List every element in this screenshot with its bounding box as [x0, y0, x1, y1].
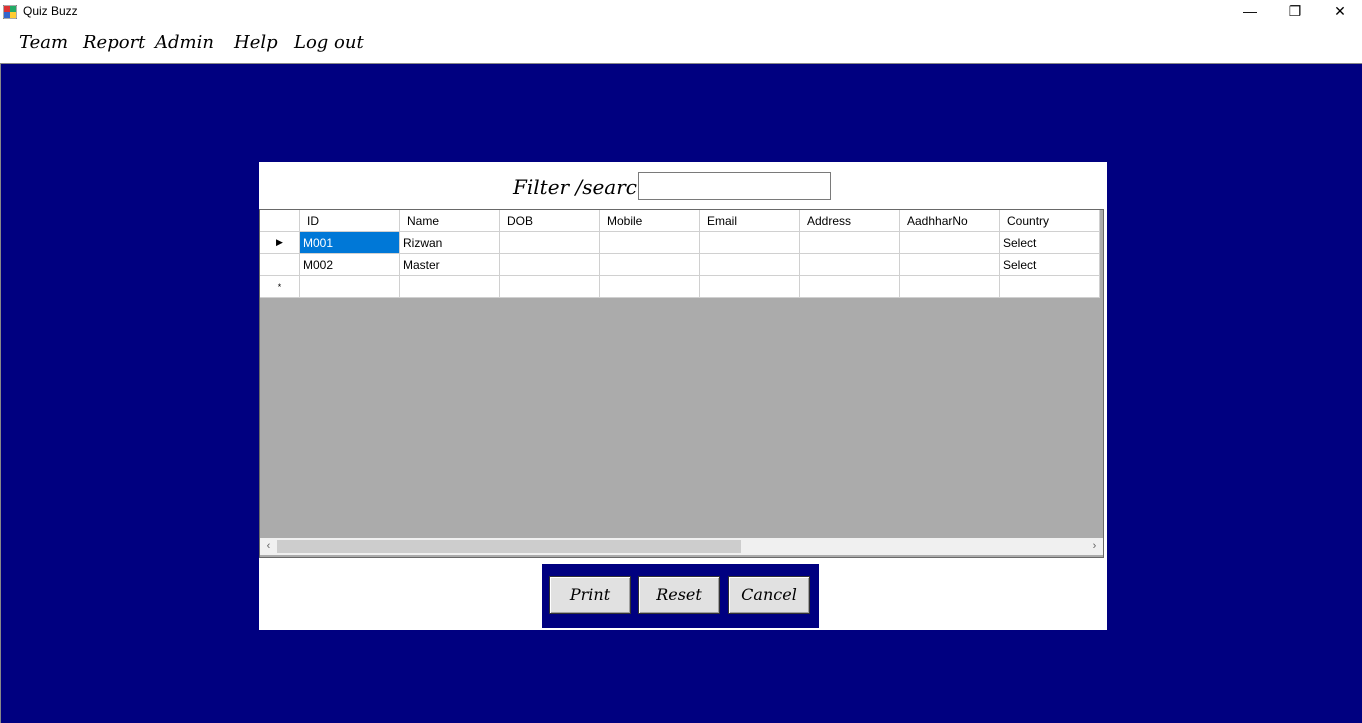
cell-country[interactable]: Select [999, 231, 1100, 254]
menu-admin[interactable]: Admin [155, 32, 214, 53]
filter-search-input[interactable] [638, 172, 831, 200]
cell-name[interactable] [399, 275, 500, 298]
filter-label: Filter /search [513, 175, 650, 199]
cell-name[interactable]: Rizwan [399, 231, 500, 254]
column-header-id[interactable]: ID [299, 210, 400, 232]
row-selector-current-icon[interactable]: ▶ [260, 231, 300, 254]
cell-aadhharno[interactable] [899, 275, 1000, 298]
cell-dob[interactable] [499, 231, 600, 254]
cancel-button[interactable]: Cancel [728, 576, 810, 614]
table-row-new[interactable]: * [260, 275, 1100, 298]
cell-id[interactable] [299, 275, 400, 298]
column-header-dob[interactable]: DOB [499, 210, 600, 232]
reset-button[interactable]: Reset [638, 576, 720, 614]
table-row[interactable]: M002 Master Select [260, 253, 1100, 276]
cell-mobile[interactable] [599, 231, 700, 254]
cell-aadhharno[interactable] [899, 231, 1000, 254]
cell-id[interactable]: M002 [299, 253, 400, 276]
horizontal-scrollbar[interactable]: ‹ › [260, 538, 1103, 555]
cell-country[interactable] [999, 275, 1100, 298]
column-header-country[interactable]: Country [999, 210, 1100, 232]
row-selector[interactable] [260, 253, 300, 276]
menu-report[interactable]: Report [83, 32, 145, 53]
cell-address[interactable] [799, 253, 900, 276]
grid-corner[interactable] [260, 210, 300, 232]
button-bar: Print Reset Cancel [542, 564, 819, 628]
print-button[interactable]: Print [549, 576, 631, 614]
cell-email[interactable] [699, 231, 800, 254]
cell-email[interactable] [699, 275, 800, 298]
column-header-name[interactable]: Name [399, 210, 500, 232]
window-title: Quiz Buzz [23, 4, 78, 18]
cell-country[interactable]: Select [999, 253, 1100, 276]
data-grid[interactable]: ID Name DOB Mobile Email Address Aadhhar… [259, 209, 1104, 558]
column-header-email[interactable]: Email [699, 210, 800, 232]
cell-dob[interactable] [499, 253, 600, 276]
scroll-left-arrow-icon[interactable]: ‹ [260, 538, 277, 555]
cell-mobile[interactable] [599, 253, 700, 276]
menu-log-out[interactable]: Log out [294, 32, 364, 53]
cell-address[interactable] [799, 275, 900, 298]
cell-email[interactable] [699, 253, 800, 276]
cell-dob[interactable] [499, 275, 600, 298]
restore-button[interactable]: ❐ [1272, 0, 1318, 24]
app-icon [2, 4, 18, 20]
scrollbar-thumb[interactable] [277, 540, 741, 553]
scroll-right-arrow-icon[interactable]: › [1086, 538, 1103, 555]
grid-header-row: ID Name DOB Mobile Email Address Aadhhar… [260, 210, 1100, 232]
cell-name[interactable]: Master [399, 253, 500, 276]
column-header-mobile[interactable]: Mobile [599, 210, 700, 232]
column-header-address[interactable]: Address [799, 210, 900, 232]
minimize-button[interactable]: — [1227, 0, 1273, 24]
title-bar: Quiz Buzz — ❐ ✕ [0, 0, 1362, 24]
cell-aadhharno[interactable] [899, 253, 1000, 276]
menu-help[interactable]: Help [234, 32, 278, 53]
cell-id[interactable]: M001 [299, 231, 400, 254]
members-panel: Filter /search ID Name DOB Mobile Email … [259, 162, 1107, 630]
menu-team[interactable]: Team [19, 32, 68, 53]
table-row[interactable]: ▶ M001 Rizwan Select [260, 231, 1100, 254]
grid-table: ID Name DOB Mobile Email Address Aadhhar… [260, 210, 1100, 298]
new-row-asterisk-icon[interactable]: * [260, 275, 300, 298]
cell-mobile[interactable] [599, 275, 700, 298]
column-header-aadhharno[interactable]: AadhharNo [899, 210, 1000, 232]
close-button[interactable]: ✕ [1317, 0, 1362, 24]
menu-bar: Team Report Admin Help Log out [0, 24, 1362, 62]
cell-address[interactable] [799, 231, 900, 254]
